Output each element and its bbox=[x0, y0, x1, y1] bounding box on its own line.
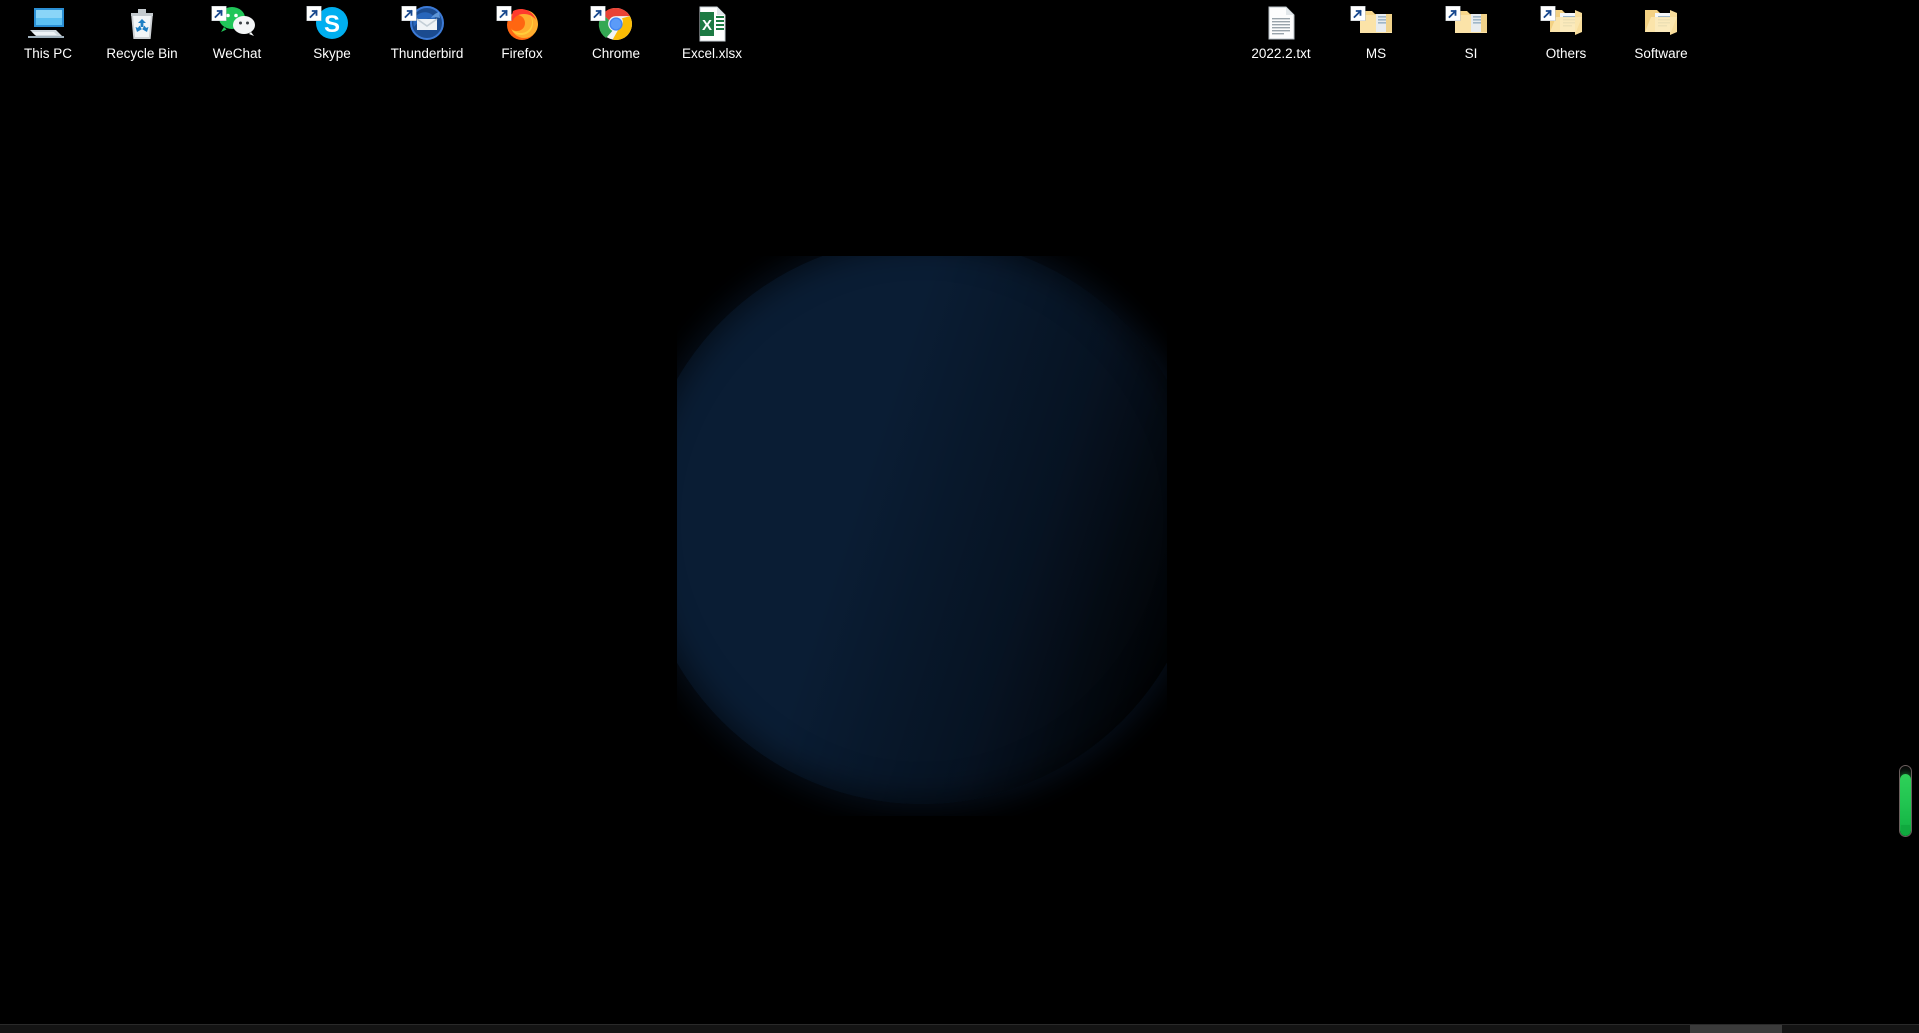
desktop-icon-label: 2022.2.txt bbox=[1234, 46, 1328, 62]
desktop-icon-others[interactable]: Others bbox=[1519, 4, 1613, 62]
desktop-icon-firefox[interactable]: Firefox bbox=[475, 4, 569, 62]
svg-text:S: S bbox=[324, 11, 340, 38]
taskbar-active-window-button[interactable] bbox=[1690, 1025, 1782, 1033]
taskbar[interactable] bbox=[0, 1024, 1919, 1033]
shortcut-arrow-icon bbox=[1351, 6, 1366, 21]
chrome-icon bbox=[569, 4, 663, 44]
desktop-icon-chrome[interactable]: Chrome bbox=[569, 4, 663, 62]
shortcut-arrow-icon bbox=[1541, 6, 1556, 21]
svg-text:X: X bbox=[702, 17, 712, 34]
folder-icon bbox=[1329, 4, 1423, 44]
desktop-icon-label: Chrome bbox=[569, 46, 663, 62]
desktop-icon-label: Others bbox=[1519, 46, 1613, 62]
desktop-icon-label: WeChat bbox=[190, 46, 284, 62]
volume-level-bar[interactable] bbox=[1899, 765, 1912, 837]
folder-open-icon bbox=[1519, 4, 1613, 44]
desktop-icon-label: This PC bbox=[1, 46, 95, 62]
computer-icon bbox=[1, 4, 95, 44]
desktop-icon-wechat[interactable]: WeChat bbox=[190, 4, 284, 62]
shortcut-arrow-icon bbox=[497, 6, 512, 21]
desktop-icon-txt-file[interactable]: 2022.2.txt bbox=[1234, 4, 1328, 62]
desktop-icon-label: MS bbox=[1329, 46, 1423, 62]
thunderbird-icon bbox=[380, 4, 474, 44]
shortcut-arrow-icon bbox=[591, 6, 606, 21]
folder-icon bbox=[1424, 4, 1518, 44]
shortcut-arrow-icon bbox=[1446, 6, 1461, 21]
desktop-icon-thunderbird[interactable]: Thunderbird bbox=[380, 4, 474, 62]
desktop-surface[interactable]: This PC Recycle Bin WeChat S Skype bbox=[0, 0, 1919, 1033]
desktop-icon-label: Software bbox=[1614, 46, 1708, 62]
volume-level-tip bbox=[1901, 825, 1910, 835]
firefox-icon bbox=[475, 4, 569, 44]
desktop-icon-skype[interactable]: S Skype bbox=[285, 4, 379, 62]
desktop-icon-label: Excel.xlsx bbox=[665, 46, 759, 62]
desktop-icon-ms[interactable]: MS bbox=[1329, 4, 1423, 62]
folder-open-icon bbox=[1614, 4, 1708, 44]
desktop-icon-recycle-bin[interactable]: Recycle Bin bbox=[95, 4, 189, 62]
excel-file-icon: X bbox=[665, 4, 759, 44]
desktop-icon-label: Firefox bbox=[475, 46, 569, 62]
shortcut-arrow-icon bbox=[212, 6, 227, 21]
desktop-icon-software[interactable]: Software bbox=[1614, 4, 1708, 62]
skype-icon: S bbox=[285, 4, 379, 44]
text-file-icon bbox=[1234, 4, 1328, 44]
earth-terminator-shadow bbox=[677, 256, 1167, 804]
wallpaper-earth-image bbox=[677, 256, 1167, 816]
desktop-icon-label: Recycle Bin bbox=[95, 46, 189, 62]
desktop-icon-label: Thunderbird bbox=[380, 46, 474, 62]
shortcut-arrow-icon bbox=[307, 6, 322, 21]
desktop-icon-label: Skype bbox=[285, 46, 379, 62]
desktop-icon-this-pc[interactable]: This PC bbox=[1, 4, 95, 62]
earth-globe bbox=[677, 256, 1167, 804]
wechat-icon bbox=[190, 4, 284, 44]
shortcut-arrow-icon bbox=[402, 6, 417, 21]
desktop-icon-label: SI bbox=[1424, 46, 1518, 62]
desktop-icon-excel-file[interactable]: X Excel.xlsx bbox=[665, 4, 759, 62]
recycle-bin-icon bbox=[95, 4, 189, 44]
desktop-icon-si[interactable]: SI bbox=[1424, 4, 1518, 62]
